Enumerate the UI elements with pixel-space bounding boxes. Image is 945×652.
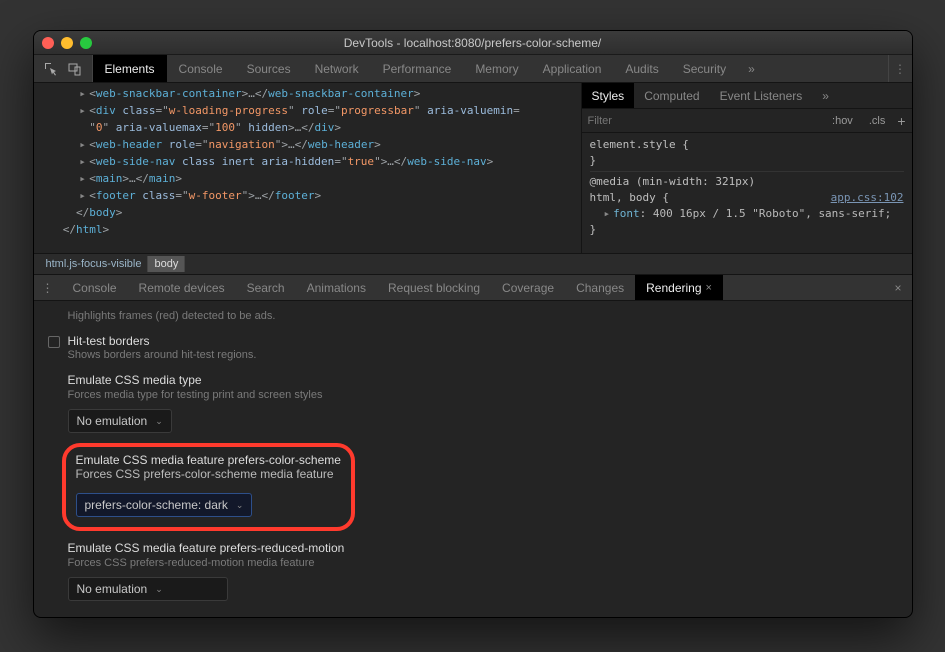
tab-console[interactable]: Console [167,55,235,82]
drawer-menu-icon[interactable]: ⋮ [34,281,62,295]
media-type-value: No emulation [77,414,148,428]
selector-text: html, body { [590,191,669,204]
drawer-tab-request-blocking[interactable]: Request blocking [377,275,491,300]
hit-test-title: Hit-test borders [68,334,257,348]
dom-line[interactable]: "0" aria-valuemax="100" hidden>…</div> [40,119,575,136]
drawer-tab-rendering[interactable]: Rendering × [635,275,723,300]
close-icon[interactable] [42,37,54,49]
maximize-icon[interactable] [80,37,92,49]
crumb-html[interactable]: html.js-focus-visible [40,256,149,272]
dom-line[interactable]: ▸<main>…</main> [40,170,575,187]
dom-line[interactable]: ▸<web-header role="navigation">…</web-he… [40,136,575,153]
drawer-tab-changes[interactable]: Changes [565,275,635,300]
subtab-computed[interactable]: Computed [634,83,709,108]
drawer-tab-console[interactable]: Console [62,275,128,300]
drawer-tab-rendering-label: Rendering [646,281,701,295]
subtab-styles[interactable]: Styles [582,83,635,108]
tab-elements[interactable]: Elements [93,55,167,82]
prefers-color-scheme-highlight: Emulate CSS media feature prefers-color-… [62,443,355,531]
media-query-text: @media (min-width: 321px) [590,175,756,188]
pcs-desc: Forces CSS prefers-color-scheme media fe… [76,467,341,481]
styles-tabs-overflow-icon[interactable]: » [812,89,839,103]
dom-line[interactable]: ▸<web-snackbar-container>…</web-snackbar… [40,85,575,102]
crumb-body[interactable]: body [148,256,185,272]
drawer-tab-animations[interactable]: Animations [296,275,377,300]
chevron-down-icon: ⌄ [155,584,163,595]
dom-line[interactable]: </html> [40,221,575,238]
tab-sources[interactable]: Sources [235,55,303,82]
add-rule-icon[interactable]: + [897,113,905,129]
tab-network[interactable]: Network [303,55,371,82]
devtools-window: DevTools - localhost:8080/prefers-color-… [33,30,913,618]
pcs-select[interactable]: prefers-color-scheme: dark ⌄ [76,493,253,517]
source-link[interactable]: app.css:102 [831,190,904,206]
toggle-hov[interactable]: :hov [828,113,857,129]
rule-element-style-close: } [590,154,597,167]
rule-close: } [590,223,597,236]
dom-line[interactable]: ▸<div class="w-loading-progress" role="p… [40,102,575,119]
dom-line[interactable]: </body> [40,204,575,221]
subtab-event-listeners[interactable]: Event Listeners [710,83,813,108]
drawer-tab-coverage[interactable]: Coverage [491,275,565,300]
rule-element-style-open: element.style { [590,138,689,151]
css-prop: font [613,207,640,220]
dom-tree[interactable]: ▸<web-snackbar-container>…</web-snackbar… [34,83,582,253]
drawer-tab-remote-devices[interactable]: Remote devices [128,275,236,300]
window-title: DevTools - localhost:8080/prefers-color-… [344,36,601,50]
inspect-icon[interactable] [42,60,60,78]
tab-security[interactable]: Security [671,55,738,82]
toolbar-left [34,55,93,82]
rendering-panel: Highlights frames (red) detected to be a… [34,301,912,617]
device-toggle-icon[interactable] [66,60,84,78]
drawer-close-icon[interactable]: × [884,281,911,295]
pcs-value: prefers-color-scheme: dark [85,498,228,512]
styles-filter-bar: :hov .cls + [582,109,912,133]
breadcrumb: html.js-focus-visible body [34,253,912,275]
media-type-select[interactable]: No emulation ⌄ [68,409,172,433]
css-val: 400 16px / 1.5 "Roboto", sans-serif; [653,207,891,220]
pcs-title: Emulate CSS media feature prefers-color-… [76,453,341,467]
chevron-down-icon: ⌄ [155,416,163,427]
prm-value: No emulation [77,582,148,596]
tab-audits[interactable]: Audits [613,55,670,82]
tabs-overflow-icon[interactable]: » [738,62,765,76]
tab-performance[interactable]: Performance [371,55,464,82]
drawer-tabs: ⋮ Console Remote devices Search Animatio… [34,275,912,301]
close-tab-icon[interactable]: × [706,282,712,294]
toggle-cls[interactable]: .cls [865,113,890,129]
prm-select[interactable]: No emulation ⌄ [68,577,228,601]
drawer-tab-search[interactable]: Search [236,275,296,300]
window-titlebar: DevTools - localhost:8080/prefers-color-… [34,31,912,55]
settings-menu-icon[interactable]: ⋮ [888,55,912,82]
traffic-lights [42,37,92,49]
styles-filter-input[interactable] [588,115,821,127]
prm-desc: Forces CSS prefers-reduced-motion media … [68,557,898,569]
elements-split: ▸<web-snackbar-container>…</web-snackbar… [34,83,912,253]
expand-icon[interactable]: ▸ [604,207,611,220]
tab-application[interactable]: Application [531,55,614,82]
overflow-cut-line: Highlights frames (red) detected to be a… [68,309,898,324]
tab-memory[interactable]: Memory [463,55,530,82]
main-tabs: Elements Console Sources Network Perform… [34,55,912,83]
styles-tabs: Styles Computed Event Listeners » [582,83,912,109]
dom-line[interactable]: ▸<footer class="w-footer">…</footer> [40,187,575,204]
prm-title: Emulate CSS media feature prefers-reduce… [68,541,898,555]
chevron-down-icon: ⌄ [236,500,244,511]
hit-test-checkbox[interactable] [48,336,60,348]
minimize-icon[interactable] [61,37,73,49]
media-type-desc: Forces media type for testing print and … [68,389,898,401]
css-rules[interactable]: element.style { } @media (min-width: 321… [582,133,912,242]
styles-pane: Styles Computed Event Listeners » :hov .… [582,83,912,253]
media-type-title: Emulate CSS media type [68,373,898,387]
dom-line[interactable]: ▸<web-side-nav class inert aria-hidden="… [40,153,575,170]
hit-test-desc: Shows borders around hit-test regions. [68,348,257,363]
